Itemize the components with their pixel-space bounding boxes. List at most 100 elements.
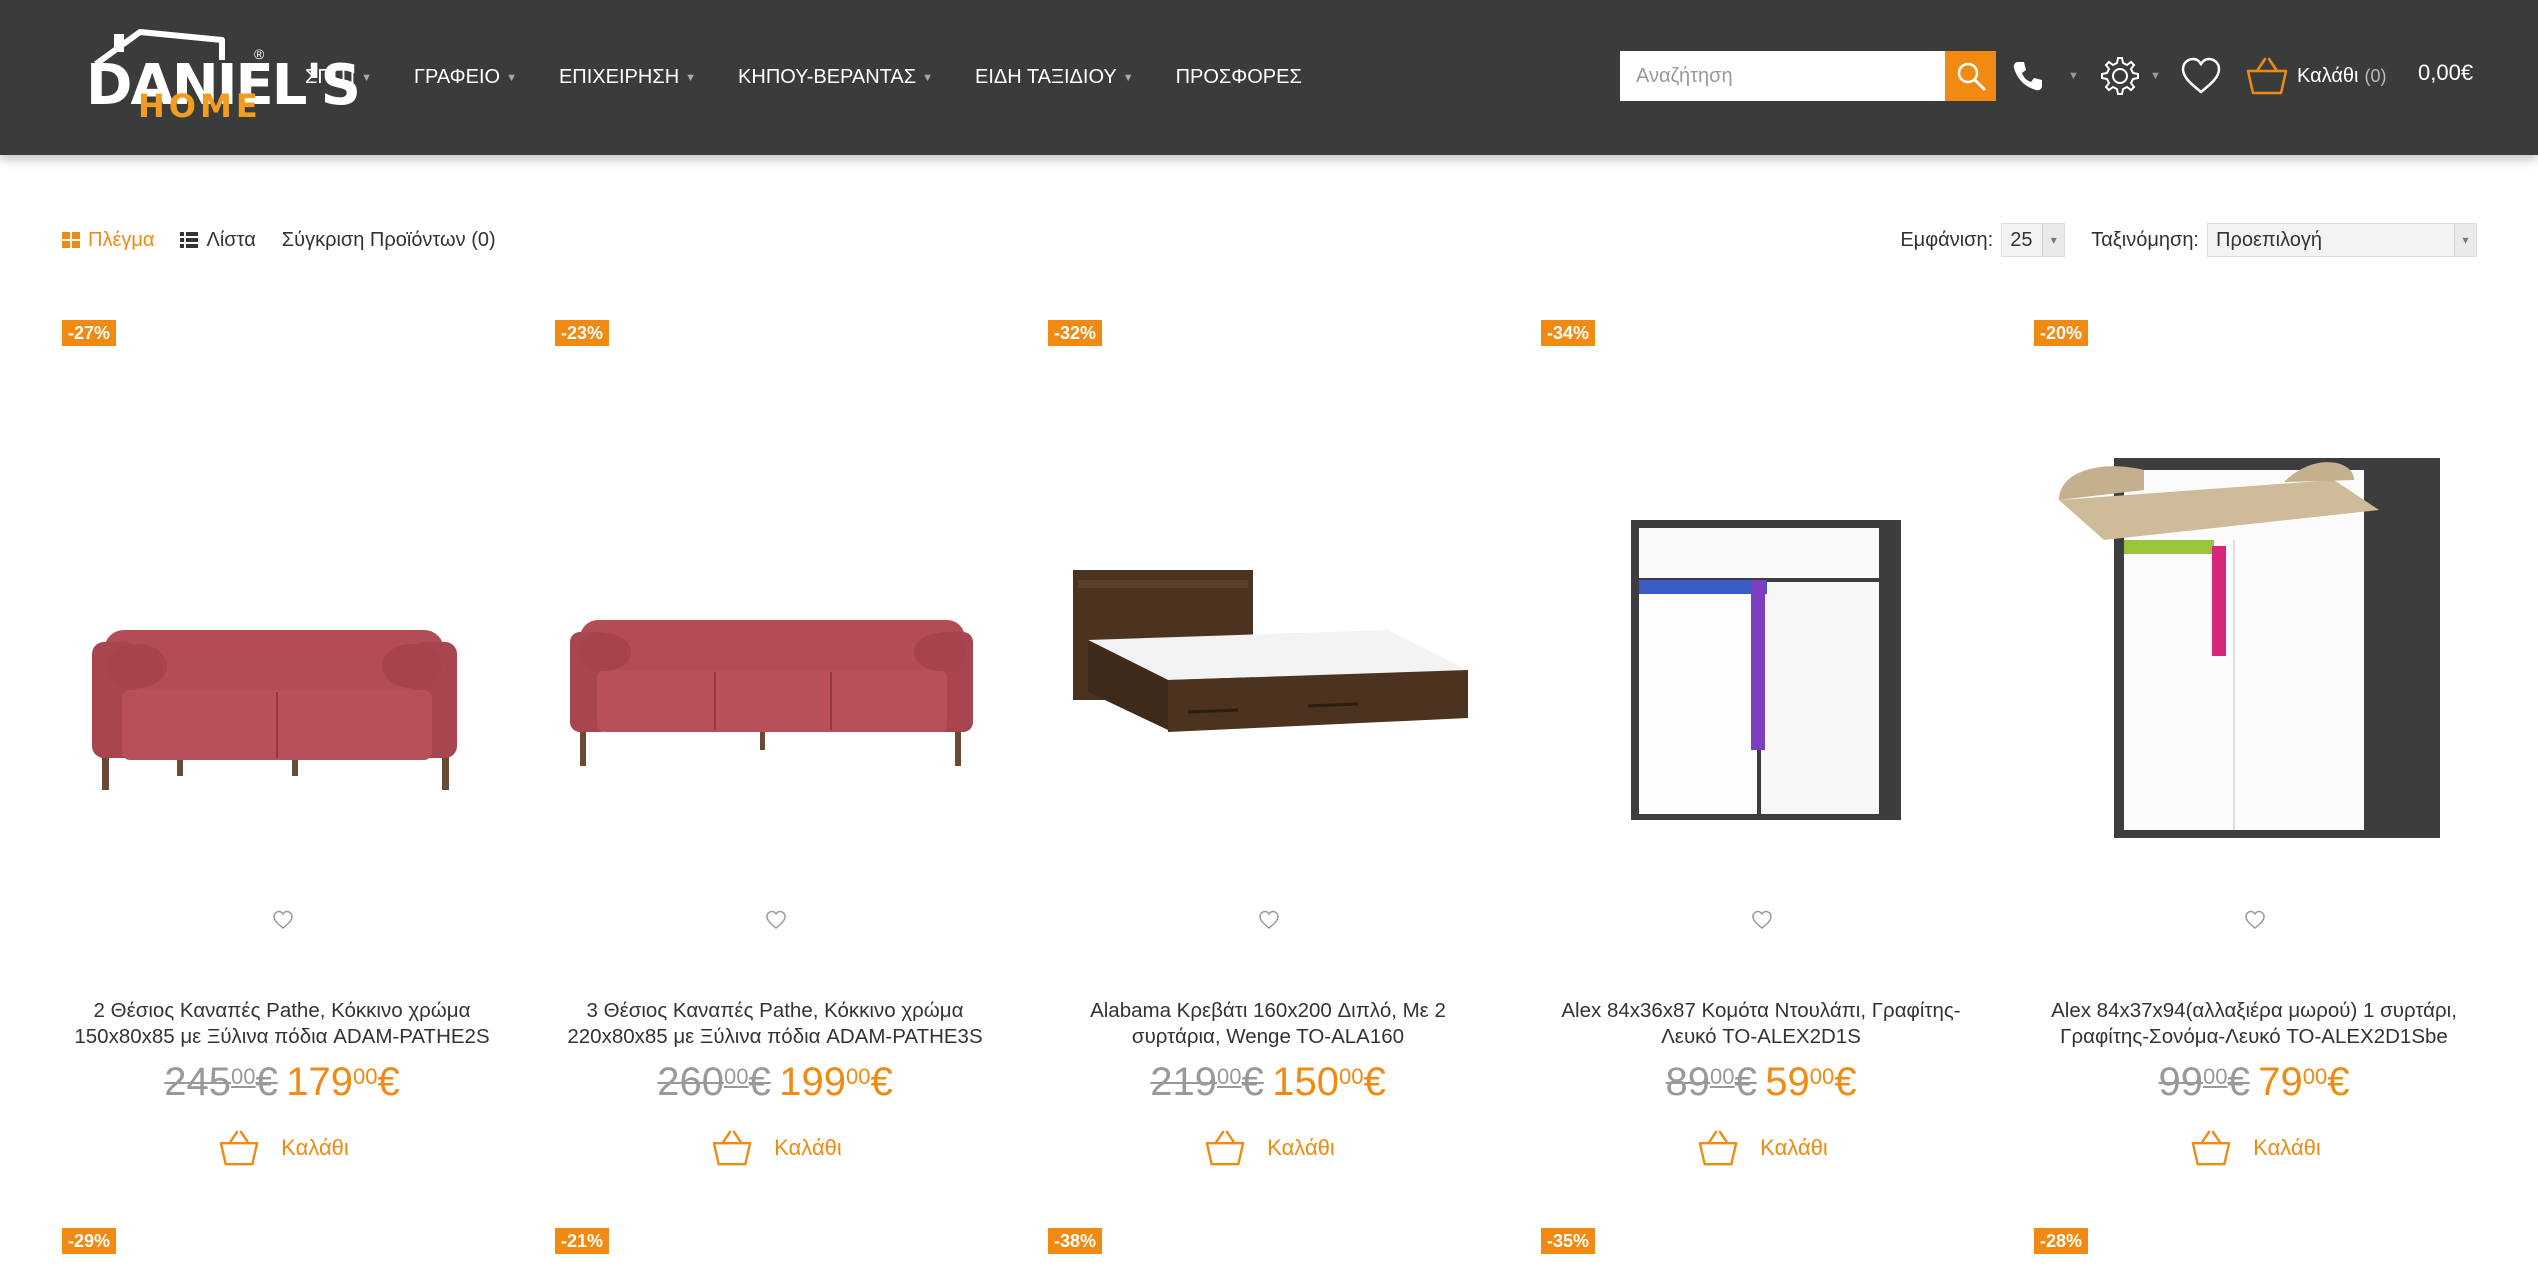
cart-link[interactable]: Καλάθι (0) — [2245, 52, 2386, 100]
new-price-dec: 00 — [2302, 1064, 2328, 1089]
product-card: -34% Alex 84x36x87 Κομότα Ντουλάπι, Γραφ… — [1541, 320, 1981, 1180]
search-icon — [1957, 62, 1985, 91]
product-image-sofa-2-seat[interactable] — [62, 430, 502, 850]
basket-icon — [2191, 1130, 2231, 1166]
nav-item-garden[interactable]: ΚΗΠΟΥ-ΒΕΡΑΝΤΑΣ ▼ — [738, 66, 933, 89]
old-price-int: 245 — [164, 1060, 232, 1104]
new-price-int: 79 — [2258, 1060, 2303, 1104]
product-title[interactable]: 3 Θέσιος Καναπές Pathe, Κόκκινο χρώμα 22… — [555, 998, 995, 1050]
product-title[interactable]: 2 Θέσιος Καναπές Pathe, Κόκκινο χρώμα 15… — [62, 998, 502, 1050]
cart-count: (0) — [2364, 65, 2387, 86]
price-block: 8900€ 5900€ — [1541, 1060, 1981, 1105]
show-count-select[interactable]: 25 ▾ — [2001, 223, 2066, 257]
discount-badge: -38% — [1048, 1228, 1103, 1254]
add-to-cart-label: Καλάθι — [281, 1135, 349, 1160]
nav-item-home[interactable]: ΣΠΙΤΙ ▼ — [305, 66, 372, 89]
search-input[interactable] — [1620, 51, 1945, 101]
old-price-int: 219 — [1150, 1060, 1218, 1104]
basket-icon — [1698, 1130, 1738, 1166]
nav-label: ΣΠΙΤΙ — [305, 66, 356, 88]
add-to-cart-button[interactable]: Καλάθι — [1541, 1128, 1981, 1168]
chevron-down-icon: ▼ — [361, 71, 373, 84]
old-price-dec: 00 — [2203, 1064, 2228, 1089]
nav-item-business[interactable]: ΕΠΙΧΕΙΡΗΣΗ ▼ — [559, 66, 696, 89]
show-label: Εμφάνιση: — [1900, 228, 1994, 251]
chevron-down-icon: ▼ — [685, 71, 697, 84]
heart-icon — [2245, 910, 2265, 929]
discount-badge: -35% — [1541, 1228, 1596, 1254]
old-price-int: 99 — [2158, 1060, 2204, 1104]
add-to-wishlist-button[interactable] — [1751, 910, 1773, 935]
logo-text-home: HOME — [138, 87, 262, 125]
old-price-int: 89 — [1665, 1060, 1711, 1104]
product-title[interactable]: Alabama Κρεβάτι 160x200 Διπλό, Με 2 συρτ… — [1048, 998, 1488, 1050]
basket-icon — [219, 1130, 259, 1166]
add-to-cart-label: Καλάθι — [1267, 1135, 1335, 1160]
search-button[interactable] — [1945, 51, 1996, 101]
price-block: 9900€ 7900€ — [2034, 1060, 2474, 1105]
heart-icon — [273, 910, 293, 929]
product-image-cabinet[interactable] — [1541, 430, 1981, 850]
nav-item-travel[interactable]: ΕΙΔΗ ΤΑΞΙΔΙΟΥ ▼ — [975, 66, 1134, 89]
old-price: 26000€ — [657, 1060, 771, 1104]
add-to-cart-button[interactable]: Καλάθι — [555, 1128, 995, 1168]
product-image-changing-table[interactable] — [2034, 430, 2474, 850]
add-to-cart-button[interactable]: Καλάθι — [62, 1128, 502, 1168]
old-price: 24500€ — [164, 1060, 278, 1104]
product-card: -32% Alabama Κρεβάτι 160x200 Διπλό, Με 2… — [1048, 320, 1488, 1180]
main-nav: ΣΠΙΤΙ ▼ ΓΡΑΦΕΙΟ ▼ ΕΠΙΧΕΙΡΗΣΗ ▼ ΚΗΠΟΥ-ΒΕΡΑΝΤ… — [305, 0, 1344, 155]
add-to-wishlist-button[interactable] — [765, 910, 787, 935]
basket-icon — [1205, 1130, 1245, 1166]
add-to-cart-button[interactable]: Καλάθι — [1048, 1128, 1488, 1168]
add-to-cart-label: Καλάθι — [1760, 1135, 1828, 1160]
discount-badge: -27% — [62, 320, 117, 346]
old-price-dec: 00 — [1710, 1064, 1735, 1089]
compare-products-link[interactable]: Σύγκριση Προϊόντων (0) — [282, 229, 496, 252]
product-image-bed[interactable] — [1048, 430, 1488, 850]
wishlist-link[interactable] — [2180, 52, 2222, 100]
new-price-dec: 00 — [1338, 1064, 1364, 1089]
settings-menu[interactable]: ▼ — [2098, 52, 2161, 100]
chevron-down-icon: ▼ — [2150, 70, 2161, 82]
site-header: DANIEL'S HOME ® ΣΠΙΤΙ ▼ ΓΡΑΦΕΙΟ ▼ ΕΠΙΧΕΙΡΗ… — [0, 0, 2538, 155]
nav-item-office[interactable]: ΓΡΑΦΕΙΟ ▼ — [414, 66, 517, 89]
chevron-down-icon: ▾ — [2454, 224, 2476, 256]
phone-icon — [2013, 62, 2042, 91]
list-icon — [180, 232, 199, 248]
nav-label: ΓΡΑΦΕΙΟ — [414, 66, 501, 88]
product-toolbar: Πλέγμα Λίστα Σύγκριση Προϊόντων (0) Εμφά… — [62, 222, 2477, 258]
phone-menu[interactable]: ▼ — [2010, 52, 2079, 100]
grid-view-button[interactable]: Πλέγμα — [62, 229, 154, 252]
discount-badge: -32% — [1048, 320, 1103, 346]
chevron-down-icon: ▼ — [506, 71, 517, 84]
new-price: 19900€ — [779, 1060, 893, 1104]
heart-icon — [766, 910, 786, 929]
chevron-down-icon: ▾ — [2042, 224, 2065, 256]
sort-select[interactable]: Προεπιλογή ▾ — [2207, 223, 2477, 257]
price-block: 24500€ 17900€ — [62, 1060, 502, 1105]
product-image-sofa-3-seat[interactable] — [555, 430, 995, 850]
new-price-dec: 00 — [1809, 1064, 1835, 1089]
old-price-dec: 00 — [231, 1064, 256, 1089]
cart-total[interactable]: 0,00€ — [2418, 60, 2473, 86]
add-to-wishlist-button[interactable] — [272, 910, 294, 935]
grid-icon — [62, 232, 80, 248]
add-to-wishlist-button[interactable] — [2244, 910, 2266, 935]
product-title[interactable]: Alex 84x37x94(αλλαξιέρα μωρού) 1 συρτάρι… — [2034, 998, 2474, 1050]
new-price-int: 179 — [286, 1060, 353, 1104]
price-block: 26000€ 19900€ — [555, 1060, 995, 1105]
nav-item-offers[interactable]: ΠΡΟΣΦΟΡΕΣ — [1176, 66, 1302, 89]
product-title[interactable]: Alex 84x36x87 Κομότα Ντουλάπι, Γραφίτης-… — [1541, 998, 1981, 1050]
discount-badge: -23% — [555, 320, 610, 346]
add-to-cart-button[interactable]: Καλάθι — [2034, 1128, 2474, 1168]
new-price-int: 199 — [779, 1060, 846, 1104]
chevron-down-icon: ▼ — [2068, 70, 2079, 82]
site-logo[interactable]: DANIEL'S HOME ® — [80, 22, 361, 125]
product-card: -27% 2 Θέσιος Καναπές Pathe, Κόκκινο χρώ… — [62, 320, 502, 1180]
product-card: -23% 3 Θέσιος Καναπές Pathe, Κόκκινο χρώ… — [555, 320, 995, 1180]
gear-icon — [2101, 57, 2139, 95]
list-view-label: Λίστα — [206, 228, 256, 251]
add-to-wishlist-button[interactable] — [1258, 910, 1280, 935]
new-price: 17900€ — [286, 1060, 400, 1104]
list-view-button[interactable]: Λίστα — [180, 228, 256, 252]
